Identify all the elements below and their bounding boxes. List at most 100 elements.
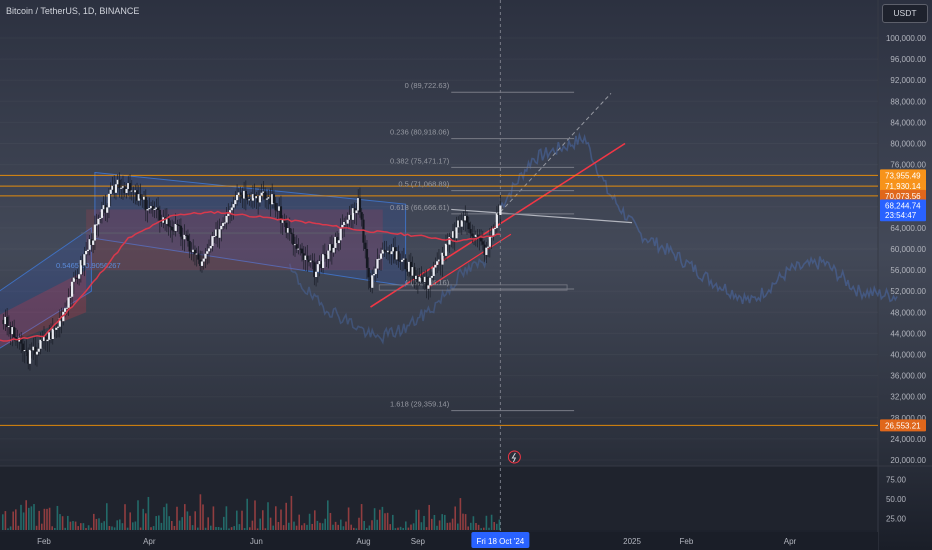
candle xyxy=(244,190,247,199)
candle xyxy=(56,326,60,328)
oscillator-bar xyxy=(85,528,87,530)
price-chart[interactable]: 0 (89,722.63) 0.236 (80,918.06) 0.382 (75,… xyxy=(0,0,932,550)
oscillator-bar xyxy=(277,521,280,530)
oscillator-bar xyxy=(407,527,410,530)
candle xyxy=(469,229,472,234)
oscillator-bar xyxy=(33,504,35,530)
oscillator-bar xyxy=(116,520,118,530)
candle xyxy=(455,227,458,239)
oscillator-tick-label: 25.00 xyxy=(886,514,907,523)
oscillator-bar xyxy=(410,524,412,530)
oscillator-bar xyxy=(158,515,160,530)
oscillator-bar xyxy=(74,521,77,530)
candle xyxy=(327,250,330,259)
candle xyxy=(51,328,54,340)
candle xyxy=(95,224,98,226)
candle xyxy=(479,238,483,242)
oscillator-bar xyxy=(202,504,204,530)
candle xyxy=(260,192,263,196)
candle xyxy=(167,218,170,227)
price-tick-label: 84,000.00 xyxy=(890,118,926,127)
price-tick-label: 76,000.00 xyxy=(890,161,926,170)
price-label: 68,244.74 xyxy=(885,202,921,211)
oscillator-bar xyxy=(446,522,449,530)
oscillator-bar xyxy=(43,508,46,530)
oscillator-bar xyxy=(405,521,407,530)
oscillator-bar xyxy=(48,507,51,530)
candle xyxy=(274,202,277,211)
oscillator-bar xyxy=(155,516,157,530)
oscillator-bar xyxy=(129,512,131,530)
candle xyxy=(300,248,304,254)
oscillator-bar xyxy=(113,527,116,530)
oscillator-bar xyxy=(272,525,274,530)
candle xyxy=(400,259,404,262)
candle xyxy=(153,208,156,210)
currency-button[interactable]: USDT xyxy=(882,4,928,23)
oscillator-bar xyxy=(69,521,72,530)
candle xyxy=(97,218,100,225)
lightning-icon[interactable] xyxy=(507,450,521,464)
oscillator-bar xyxy=(90,527,92,530)
oscillator-bar xyxy=(363,520,365,530)
oscillator-bar xyxy=(126,527,129,530)
candle xyxy=(476,234,479,237)
candle xyxy=(427,285,430,289)
candle xyxy=(486,246,490,248)
oscillator-bar xyxy=(441,514,443,530)
oscillator-bar xyxy=(178,520,181,530)
oscillator-bar xyxy=(77,526,79,530)
candle xyxy=(292,234,295,245)
price-tick-label: 36,000.00 xyxy=(890,372,926,381)
oscillator-bar xyxy=(95,518,98,530)
oscillator-bar xyxy=(184,504,186,530)
oscillator-bar xyxy=(4,511,7,530)
candle xyxy=(314,271,318,278)
candle xyxy=(374,268,377,275)
oscillator-bar xyxy=(285,502,287,530)
candle xyxy=(6,316,9,328)
oscillator-bar xyxy=(288,522,290,530)
oscillator-bar xyxy=(282,525,285,530)
oscillator-bar xyxy=(425,527,428,530)
candle xyxy=(494,228,497,230)
price-tick-label: 40,000.00 xyxy=(890,351,926,360)
candle xyxy=(109,189,112,194)
price-label: 23:54:47 xyxy=(885,211,917,220)
oscillator-bar xyxy=(2,514,4,530)
price-tick-label: 64,000.00 xyxy=(890,224,926,233)
price-tick-label: 100,000.00 xyxy=(886,34,927,43)
oscillator-bar xyxy=(87,525,90,530)
oscillator-bar xyxy=(342,526,345,530)
oscillator-bar xyxy=(262,510,264,530)
oscillator-bar xyxy=(449,522,451,530)
candle xyxy=(471,233,474,237)
candle xyxy=(436,261,439,265)
oscillator-bar xyxy=(308,513,311,530)
candle xyxy=(37,348,40,352)
candle xyxy=(265,198,269,200)
candle xyxy=(100,209,104,218)
oscillator-bar xyxy=(22,512,25,530)
oscillator-bar xyxy=(384,513,386,530)
candle xyxy=(39,339,42,349)
candle xyxy=(213,235,216,237)
oscillator-bar xyxy=(412,523,415,530)
oscillator-bar xyxy=(223,516,225,530)
crosshair-date-label: Fri 18 Oct '24 xyxy=(476,537,524,546)
candle xyxy=(202,258,205,262)
candle xyxy=(92,240,95,245)
candle xyxy=(378,258,381,260)
oscillator-bar xyxy=(467,526,469,530)
price-tick-label: 20,000.00 xyxy=(890,456,926,465)
oscillator-bar xyxy=(303,523,306,530)
price-tick-label: 80,000.00 xyxy=(890,140,926,149)
oscillator-bar xyxy=(438,520,441,530)
oscillator-bar xyxy=(160,522,163,530)
oscillator-bar xyxy=(475,523,477,530)
oscillator-panel xyxy=(0,466,878,530)
oscillator-bar xyxy=(490,514,493,530)
oscillator-bar xyxy=(150,527,152,530)
oscillator-bar xyxy=(230,527,233,530)
oscillator-bar xyxy=(142,508,144,530)
